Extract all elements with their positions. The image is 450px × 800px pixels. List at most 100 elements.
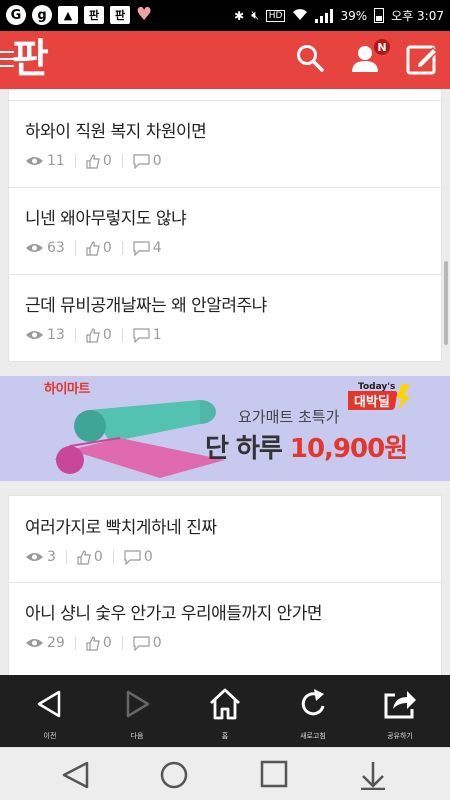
divider <box>121 328 123 342</box>
mute-icon: 🔇︎ <box>251 8 259 22</box>
app-header: 판 N <box>0 31 450 89</box>
like-count: 0 <box>86 327 112 343</box>
like-count: 0 <box>86 635 112 651</box>
system-navigation-bar <box>0 747 450 800</box>
post-title[interactable]: 니넨 왜아무렇지도 않냐 <box>25 204 187 229</box>
list-item[interactable]: 근데 뮤비공개날짜는 왜 안알려주냐 13 0 1 <box>9 275 441 361</box>
back-icon <box>37 690 61 718</box>
list-item[interactable]: 니넨 왜아무렇지도 않냐 63 0 4 <box>9 188 441 275</box>
back-label: 이전 <box>43 732 57 740</box>
comment-count: 4 <box>133 240 162 256</box>
comment-count-value: 0 <box>152 635 162 651</box>
thumbs-up-icon <box>86 327 100 343</box>
list-item[interactable]: 하와이 직원 복지 차원이면 11 0 0 <box>9 101 441 188</box>
ad-headline: 단 하루 10,900원 <box>205 428 408 465</box>
comment-icon <box>133 327 150 343</box>
post-meta: 13 0 1 <box>25 327 162 343</box>
comment-icon <box>133 153 150 169</box>
deal-badge: Today's 대박딜 <box>348 382 411 410</box>
home-icon <box>210 688 240 720</box>
nav-home-icon[interactable] <box>159 760 189 790</box>
post-title[interactable]: 여러가지로 빡치게하네 진짜 <box>25 513 217 538</box>
view-count: 11 <box>25 153 65 169</box>
view-count-value: 63 <box>47 240 65 256</box>
post-title[interactable]: 근데 뮤비공개날짜는 왜 안알려주냐 <box>25 291 267 316</box>
comment-count: 0 <box>133 635 162 651</box>
like-count-value: 0 <box>102 153 112 169</box>
ad-banner[interactable]: 하이마트 Today's 대박딜 요가매트 초특가 단 하루 10,900원 <box>0 376 450 481</box>
post-meta: 11 0 0 <box>25 153 162 169</box>
thumbs-up-icon <box>77 549 91 565</box>
scrollbar[interactable] <box>444 261 448 345</box>
comment-count: 0 <box>124 549 153 565</box>
ad-headline-prefix: 단 하루 <box>205 434 290 464</box>
pan-app-icon: 판 <box>110 6 130 24</box>
write-button[interactable] <box>406 43 439 75</box>
divider <box>74 241 76 255</box>
list-item <box>9 89 441 101</box>
nav-recents-icon[interactable] <box>260 760 288 788</box>
ad-price: 10,900원 <box>289 434 408 464</box>
home-button[interactable]: 홈 <box>180 675 270 747</box>
browser-toolbar: 이전 다음 홈 새로고침 공유하기 <box>0 675 450 747</box>
post-meta: 3 0 0 <box>25 549 153 565</box>
search-button[interactable] <box>295 43 327 75</box>
status-system-icons: ✱ 🔇︎ HD 39% 오후 3:07 <box>234 7 444 24</box>
divider <box>112 550 114 564</box>
comment-count-value: 0 <box>152 153 162 169</box>
battery-level: 39% <box>340 8 368 23</box>
view-count-value: 3 <box>47 549 56 565</box>
signal-icon <box>315 8 334 23</box>
eye-icon <box>26 553 43 561</box>
thumbs-up-icon <box>86 240 100 256</box>
divider <box>121 636 123 650</box>
post-meta: 29 0 0 <box>25 635 162 651</box>
share-button[interactable]: 공유하기 <box>355 675 445 747</box>
divider <box>65 550 67 564</box>
refresh-icon <box>301 689 325 716</box>
home-label: 홈 <box>221 732 229 740</box>
post-title[interactable]: 아니 샹니 숯우 안가고 우리애들까지 안가면 <box>25 599 323 624</box>
back-button[interactable]: 이전 <box>5 675 95 747</box>
like-count: 0 <box>86 153 112 169</box>
like-count: 0 <box>86 240 112 256</box>
post-meta: 63 0 4 <box>25 240 162 256</box>
comment-icon <box>124 549 141 565</box>
share-label: 공유하기 <box>387 732 413 740</box>
account-button[interactable]: N <box>350 37 392 75</box>
divider <box>121 154 123 168</box>
wifi-icon <box>292 8 308 24</box>
battery-icon <box>374 8 385 23</box>
like-count-value: 0 <box>102 327 112 343</box>
view-count: 29 <box>25 635 65 651</box>
like-count-value: 0 <box>93 549 103 565</box>
list-item[interactable]: 여러가지로 빡치게하네 진짜 3 0 0 <box>9 496 441 583</box>
comment-count-value: 0 <box>143 549 153 565</box>
app-logo[interactable]: 판 <box>12 37 49 81</box>
divider <box>74 636 76 650</box>
like-count-value: 0 <box>102 635 112 651</box>
image-icon: ▲ <box>58 6 78 24</box>
nav-back-icon[interactable] <box>60 760 92 790</box>
view-count-value: 11 <box>47 153 65 169</box>
post-title[interactable]: 하와이 직원 복지 차원이면 <box>25 117 207 142</box>
bluetooth-icon: ✱ <box>234 8 245 23</box>
list-item[interactable]: 아니 샹니 숯우 안가고 우리애들까지 안가면 29 0 0 <box>9 583 441 675</box>
comment-count-value: 1 <box>152 327 162 343</box>
thumbs-up-icon <box>86 635 100 651</box>
post-feed: 하와이 직원 복지 차원이면 11 0 0 니넨 왜아무렇지도 않냐 63 0 … <box>0 89 450 675</box>
comment-icon <box>133 240 150 256</box>
eye-icon <box>26 639 43 647</box>
comment-count: 1 <box>133 327 162 343</box>
deal-badge-top: Today's <box>358 382 395 392</box>
deal-badge-main: 대박딜 <box>354 394 390 410</box>
refresh-label: 새로고침 <box>300 732 326 740</box>
ad-subtitle: 요가매트 초특가 <box>238 408 340 426</box>
forward-button[interactable]: 다음 <box>92 675 182 747</box>
refresh-button[interactable]: 새로고침 <box>268 675 358 747</box>
divider <box>74 328 76 342</box>
nav-notification-pull-icon[interactable] <box>359 760 387 790</box>
view-count-value: 29 <box>47 635 65 651</box>
search-icon <box>297 45 324 72</box>
hd-voice-icon: HD <box>265 9 286 22</box>
